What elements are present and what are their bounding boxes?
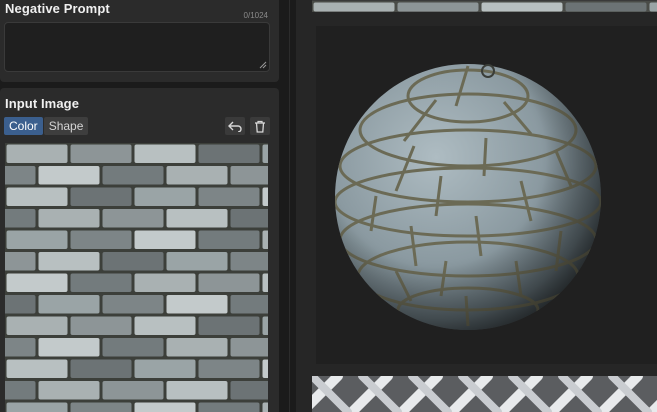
right-panel: [296, 0, 657, 412]
undo-button[interactable]: [225, 117, 245, 135]
resize-grip-icon[interactable]: [259, 61, 267, 69]
input-image-texture[interactable]: [5, 143, 268, 412]
lattice-image: [312, 376, 657, 412]
previous-result-thumbnail[interactable]: [312, 0, 657, 12]
negative-prompt-title: Negative Prompt: [5, 1, 110, 16]
left-panel: Negative Prompt 0/1024 Input Image Color…: [0, 0, 280, 412]
app-root: Negative Prompt 0/1024 Input Image Color…: [0, 0, 657, 412]
negative-prompt-input[interactable]: [4, 22, 270, 72]
negative-prompt-card: Negative Prompt 0/1024: [0, 0, 279, 82]
trash-icon: [255, 120, 265, 133]
character-counter: 0/1024: [243, 11, 268, 20]
next-result-thumbnail[interactable]: [312, 376, 657, 412]
input-image-card: Input Image Color Shape: [0, 88, 279, 412]
mode-toggle-group: Color Shape: [4, 117, 89, 135]
mode-color-button[interactable]: Color: [4, 117, 43, 135]
brick-strip-image: [312, 1, 657, 12]
mode-shape-button[interactable]: Shape: [43, 117, 89, 135]
brick-texture-image: [5, 143, 268, 412]
material-sphere-preview[interactable]: [316, 26, 657, 364]
delete-button[interactable]: [250, 117, 270, 135]
sphere-preview-image: [335, 64, 601, 330]
panel-divider[interactable]: [280, 0, 295, 412]
panel-divider-line: [289, 0, 290, 412]
undo-icon: [228, 121, 242, 132]
input-image-title: Input Image: [5, 96, 80, 111]
